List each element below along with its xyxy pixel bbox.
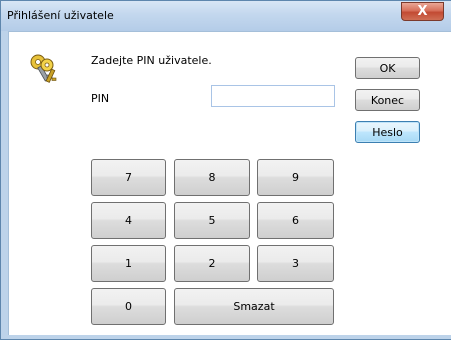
login-dialog-window: Přihlášení uživatele X Zadejte PIN uživa… [0, 0, 451, 340]
keypad-3-button[interactable]: 3 [257, 245, 334, 282]
pin-input[interactable] [211, 85, 335, 107]
keypad-0-button[interactable]: 0 [91, 288, 166, 325]
konec-button[interactable]: Konec [355, 89, 420, 111]
clear-button[interactable]: Smazat [174, 288, 334, 325]
keypad-6-button[interactable]: 6 [257, 202, 334, 239]
keypad-8-button[interactable]: 8 [174, 159, 250, 196]
title-bar[interactable]: Přihlášení uživatele X [1, 1, 451, 31]
keypad-2-button[interactable]: 2 [174, 245, 250, 282]
pin-label: PIN [91, 92, 110, 105]
window-title: Přihlášení uživatele [7, 9, 114, 22]
keys-icon [30, 54, 57, 83]
keypad-5-button[interactable]: 5 [174, 202, 250, 239]
close-button[interactable]: X [401, 2, 444, 21]
keypad-7-button[interactable]: 7 [91, 159, 166, 196]
pin-prompt-text: Zadejte PIN uživatele. [91, 54, 212, 67]
keypad-1-button[interactable]: 1 [91, 245, 166, 282]
ok-button[interactable]: OK [355, 57, 420, 79]
keypad-9-button[interactable]: 9 [257, 159, 334, 196]
keypad-4-button[interactable]: 4 [91, 202, 166, 239]
dialog-body: Zadejte PIN uživatele. PIN OK Konec Hesl… [8, 31, 451, 335]
heslo-button[interactable]: Heslo [355, 121, 420, 143]
